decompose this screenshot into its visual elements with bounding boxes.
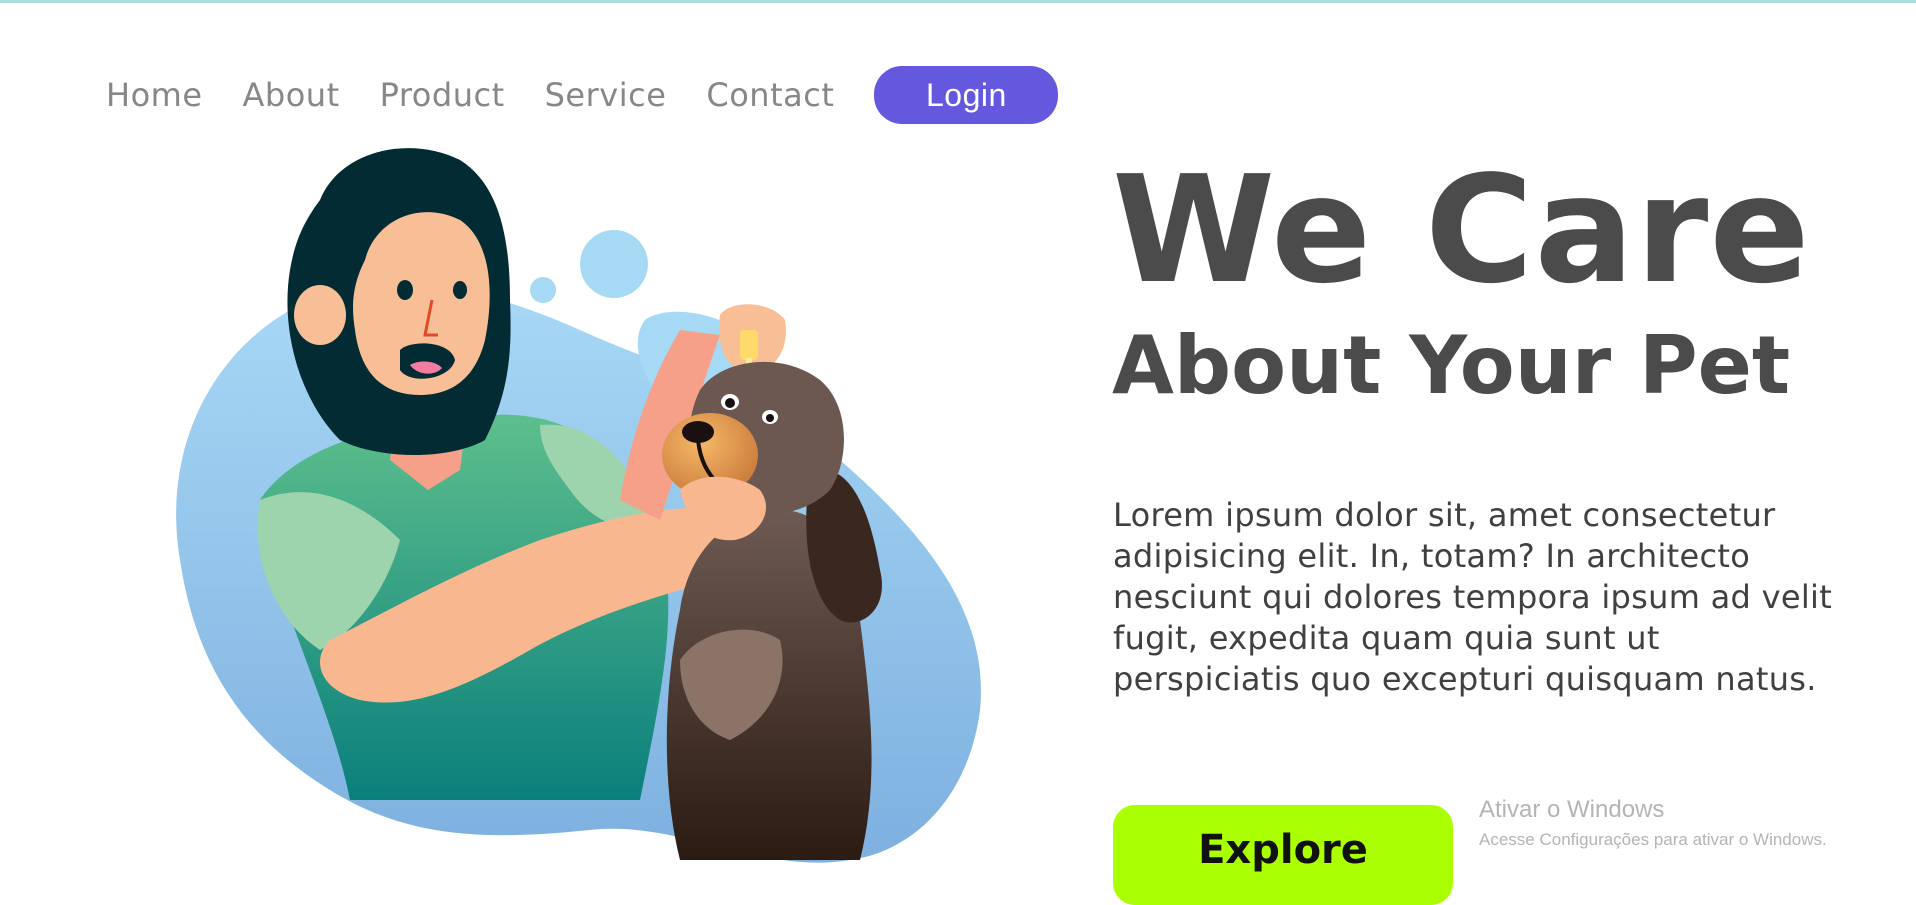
hero-title: We Care: [1112, 144, 1811, 316]
hero-body: Lorem ipsum dolor sit, amet consectetur …: [1113, 496, 1833, 698]
vet-dog-illustration: [160, 140, 1000, 880]
bubble-large: [580, 230, 648, 298]
dog-eye-left: [725, 398, 735, 408]
nav-contact[interactable]: Contact: [706, 76, 834, 114]
top-border: [0, 0, 1916, 3]
main-nav: Home About Product Service Contact Login: [106, 66, 1059, 124]
bubble-small: [530, 277, 556, 303]
illustration-svg: [176, 148, 981, 863]
woman-eye-left: [397, 280, 413, 300]
dog-nose: [682, 421, 714, 443]
watermark-subtitle: Acesse Configurações para ativar o Windo…: [1479, 830, 1827, 849]
woman-ear: [294, 285, 346, 345]
dropper: [740, 330, 758, 360]
explore-button[interactable]: Explore: [1113, 805, 1453, 905]
nav-product[interactable]: Product: [380, 76, 505, 114]
woman-eye-right: [453, 281, 467, 299]
nav-about[interactable]: About: [243, 76, 340, 114]
nav-service[interactable]: Service: [545, 76, 667, 114]
nav-home[interactable]: Home: [106, 76, 203, 114]
hero-subtitle: About Your Pet: [1112, 319, 1791, 412]
login-button[interactable]: Login: [874, 66, 1059, 124]
windows-activation-watermark: Ativar o Windows Acesse Configurações pa…: [1479, 796, 1827, 850]
watermark-title: Ativar o Windows: [1479, 796, 1665, 823]
dog-eye-right: [766, 414, 774, 422]
